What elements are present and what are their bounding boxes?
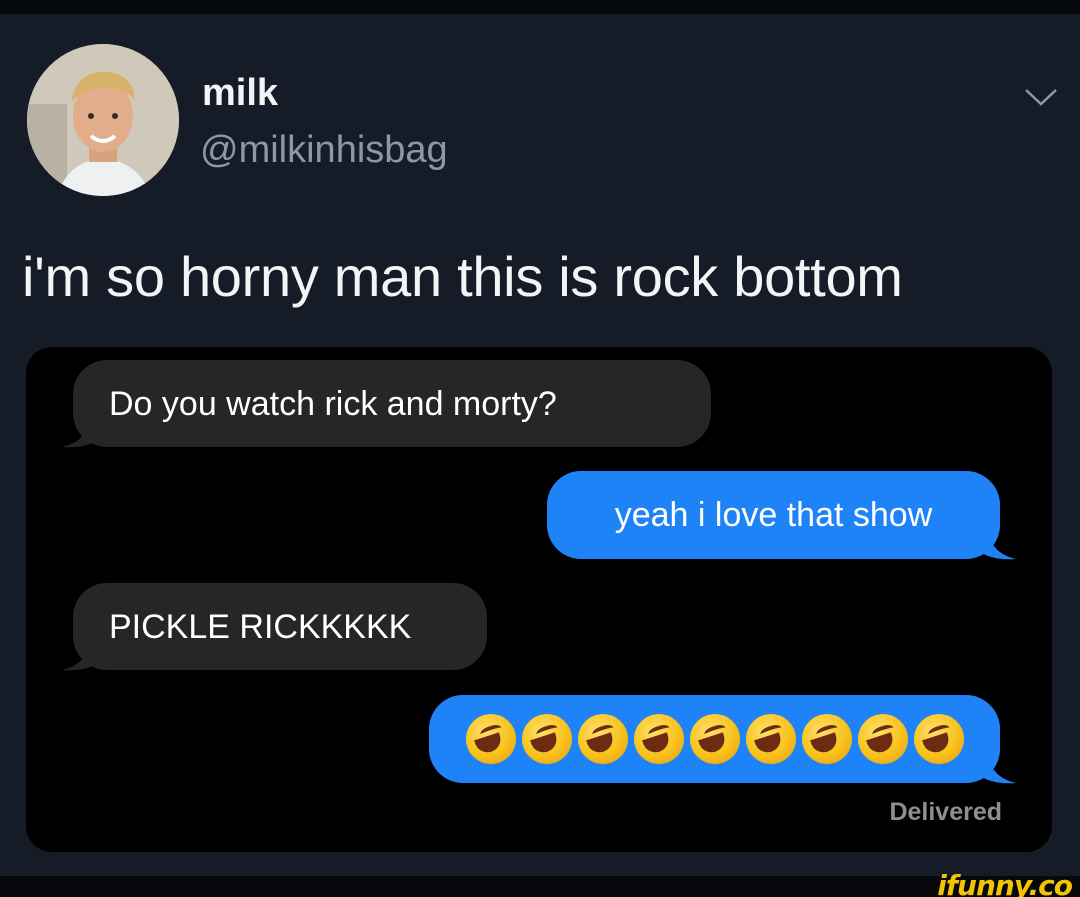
delivery-status: Delivered <box>889 798 1002 826</box>
author-name[interactable]: milk <box>202 72 278 115</box>
rolling-laughing-emoji-icon <box>633 714 684 764</box>
rolling-laughing-emoji-icon <box>913 714 964 764</box>
rolling-laughing-emoji-icon <box>745 714 796 764</box>
chevron-down-icon[interactable] <box>1022 84 1060 110</box>
bottom-border <box>0 876 1080 897</box>
message-bubble-received: PICKLE RICKKKKK <box>73 583 487 670</box>
rolling-laughing-emoji-icon <box>521 714 572 764</box>
message-bubble-sent-emoji <box>429 695 1000 783</box>
ifunny-watermark-logo: ifunny.co <box>937 869 1073 897</box>
tweet-text: i'm so horny man this is rock bottom <box>22 245 903 308</box>
message-bubble-sent: yeah i love that show <box>547 471 1000 559</box>
message-text: PICKLE RICKKKKK <box>109 607 412 646</box>
bubble-tail <box>976 529 1016 560</box>
bubble-tail <box>976 753 1016 784</box>
bubble-tail <box>62 417 102 448</box>
rolling-laughing-emoji-icon <box>577 714 628 764</box>
message-text: Do you watch rick and morty? <box>109 384 557 423</box>
author-handle[interactable]: @milkinhisbag <box>200 129 448 172</box>
message-text: yeah i love that show <box>614 496 933 534</box>
rolling-laughing-emoji-icon <box>465 714 516 764</box>
message-bubble-received: Do you watch rick and morty? <box>73 360 711 447</box>
top-border <box>0 0 1080 14</box>
rolling-laughing-emoji-icon <box>857 714 908 764</box>
bubble-tail <box>62 640 102 671</box>
rolling-laughing-emoji-icon <box>801 714 852 764</box>
tweet-card: milk @milkinhisbag i'm so horny man this… <box>0 14 1080 876</box>
message-screenshot: Do you watch rick and morty? yeah i love… <box>26 347 1052 852</box>
rolling-laughing-emoji-icon <box>689 714 740 764</box>
avatar[interactable] <box>27 44 179 196</box>
